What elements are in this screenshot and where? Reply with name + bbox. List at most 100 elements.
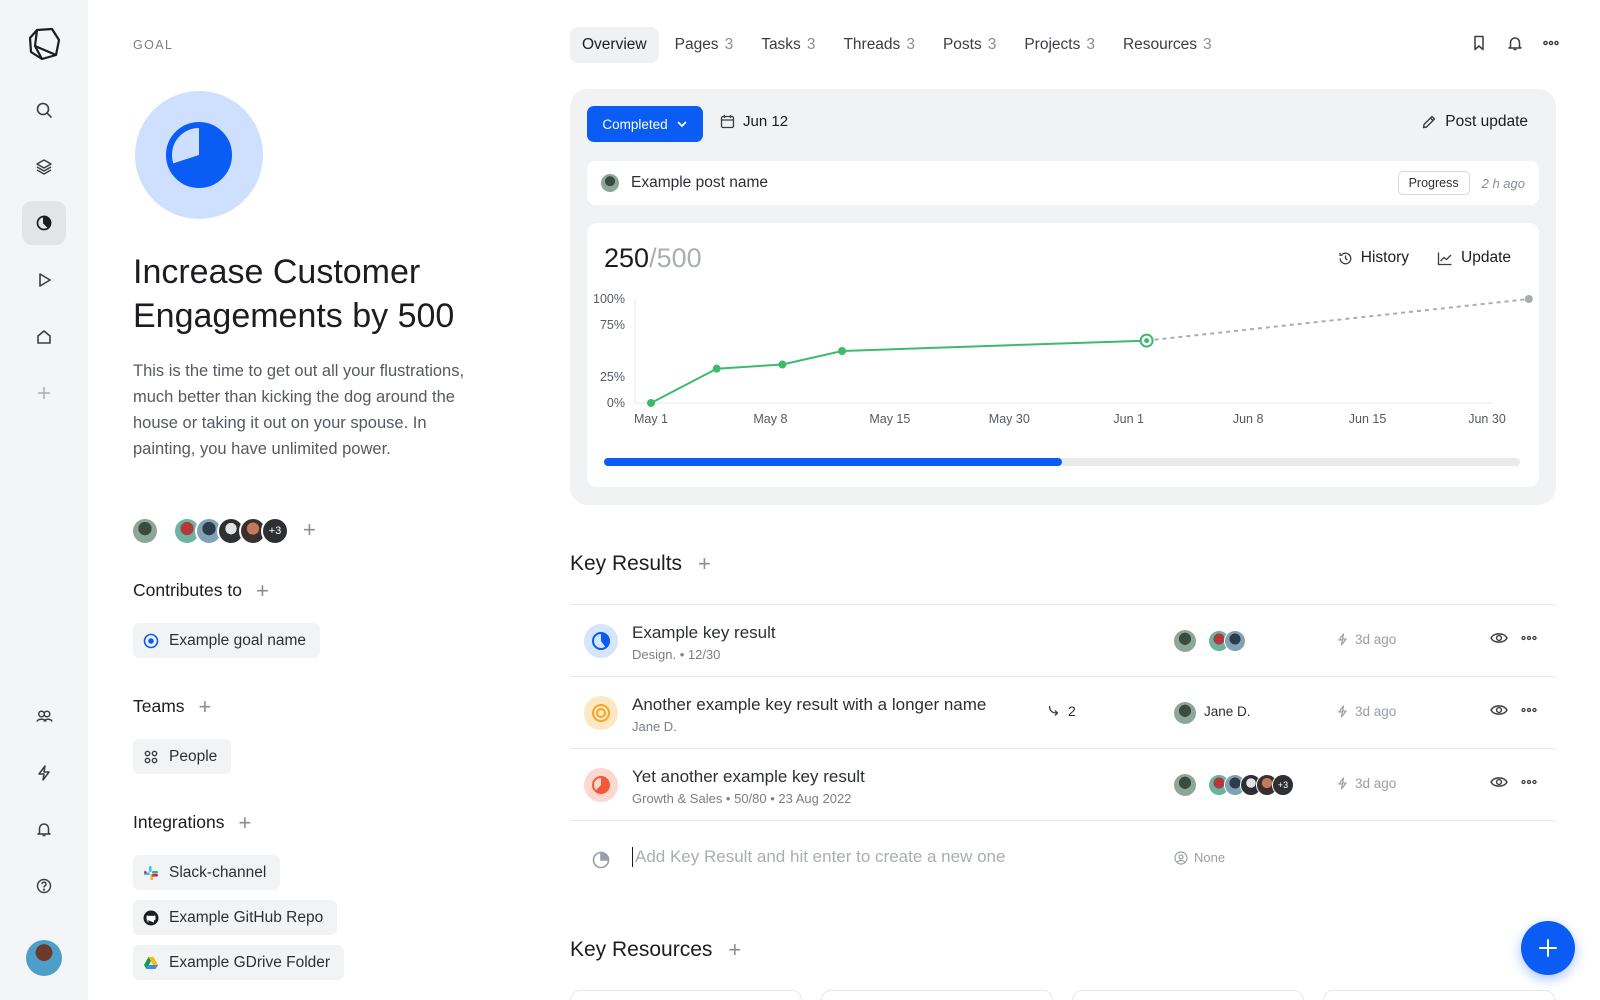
app-root: GOAL Increase Customer Engagements by 50… (0, 0, 1600, 1000)
create-fab-button[interactable] (1521, 921, 1575, 975)
bolt-icon[interactable] (22, 751, 66, 795)
history-button[interactable]: History (1338, 249, 1409, 267)
tab-label: Tasks (761, 36, 801, 53)
data-point[interactable] (838, 347, 847, 355)
integration-chip[interactable]: Example GDrive Folder (133, 945, 345, 980)
bell-icon[interactable] (22, 807, 66, 851)
integration-chip-label: Example GitHub Repo (169, 908, 324, 926)
bolt-icon (1338, 705, 1347, 718)
due-date[interactable]: Jun 12 (720, 113, 788, 130)
owner-avatar[interactable] (131, 517, 159, 545)
key-result-owner-avatar[interactable] (1174, 630, 1196, 652)
add-key-result-input[interactable] (632, 847, 1132, 867)
key-result-progress-icon (584, 768, 618, 802)
layers-icon[interactable] (22, 145, 66, 189)
progress-bar (604, 458, 1520, 466)
assignee-picker[interactable]: None (1174, 850, 1225, 865)
data-point[interactable] (712, 364, 721, 373)
chevron-down-icon (677, 121, 687, 128)
user-avatar[interactable] (26, 940, 62, 976)
add-integration-button[interactable]: + (238, 811, 251, 833)
plus-icon[interactable] (22, 371, 66, 415)
x-tick-label: Jun 30 (1468, 412, 1506, 426)
goal-description: This is the time to get out all your flu… (133, 362, 465, 458)
x-tick-label: May 1 (634, 412, 668, 426)
status-dropdown[interactable]: Completed (587, 106, 703, 142)
key-result-owner-avatar[interactable] (1174, 774, 1196, 796)
add-team-button[interactable]: + (199, 695, 212, 717)
tab-label: Overview (582, 36, 647, 53)
assignee-label: None (1194, 850, 1226, 865)
logo-icon[interactable] (22, 22, 66, 66)
tab-projects[interactable]: Projects 3 (1012, 27, 1107, 63)
add-member-button[interactable]: + (303, 519, 316, 541)
resource-card[interactable] (1323, 990, 1555, 1000)
current-point[interactable] (1144, 338, 1150, 344)
help-icon[interactable] (22, 864, 66, 908)
tab-threads[interactable]: Threads 3 (831, 27, 927, 63)
search-icon[interactable] (22, 88, 66, 132)
bell-icon[interactable] (1506, 34, 1524, 52)
add-key-result-button[interactable]: + (698, 553, 711, 575)
resource-card[interactable] (821, 990, 1053, 1000)
post-update-button[interactable]: Post update (1421, 113, 1528, 131)
watch-icon[interactable] (1490, 631, 1508, 650)
watch-icon[interactable] (1490, 775, 1508, 794)
goal-pie-icon (166, 122, 232, 188)
tab-count: 3 (906, 36, 915, 53)
key-result-title: Example key result (632, 623, 776, 642)
history-label: History (1360, 249, 1410, 266)
latest-post[interactable]: Example post name Progress 2 h ago (587, 161, 1539, 205)
goals-icon[interactable] (22, 201, 66, 245)
key-result-row[interactable]: Another example key result with a longer… (570, 676, 1556, 748)
goal-eyebrow: GOAL (133, 38, 174, 52)
key-result-updated: 3d ago (1336, 704, 1396, 719)
y-tick-label: 0% (607, 396, 625, 410)
more-icon[interactable] (1542, 34, 1560, 52)
tab-resources[interactable]: Resources 3 (1111, 27, 1224, 63)
key-results-heading: Key Results + (570, 552, 711, 576)
contributors-more-badge[interactable]: +3 (1272, 774, 1294, 796)
add-resource-button[interactable]: + (728, 939, 741, 961)
resource-card[interactable] (1072, 990, 1304, 1000)
tab-tasks[interactable]: Tasks 3 (749, 27, 827, 63)
bookmark-icon[interactable] (1470, 34, 1488, 52)
tab-posts[interactable]: Posts 3 (931, 27, 1008, 63)
due-date-label: Jun 12 (743, 113, 789, 130)
members-more-badge[interactable]: +3 (261, 517, 289, 545)
data-point[interactable] (647, 399, 655, 407)
add-contribution-button[interactable]: + (256, 579, 269, 601)
tab-overview[interactable]: Overview (570, 27, 659, 63)
resource-card[interactable] (570, 990, 802, 1000)
key-result-row[interactable]: Yet another example key result Growth & … (570, 748, 1556, 820)
more-icon[interactable] (1520, 703, 1538, 722)
key-result-row[interactable]: Example key result Design. • 12/30 3d ag… (570, 604, 1556, 676)
users-icon[interactable] (22, 694, 66, 738)
post-author-avatar (601, 174, 619, 192)
progress-pie-icon (592, 776, 610, 794)
more-icon[interactable] (1520, 631, 1538, 650)
goal-members: +3 + (131, 517, 383, 545)
key-resources-title: Key Resources (570, 938, 713, 961)
team-chip[interactable]: People (133, 739, 232, 774)
team-chip-label: People (169, 747, 218, 765)
home-icon[interactable] (22, 315, 66, 359)
contributes-chip[interactable]: Example goal name (133, 623, 320, 658)
key-result-owner-avatar[interactable] (1174, 702, 1196, 724)
contributor-avatar[interactable] (1224, 630, 1246, 652)
integration-chip[interactable]: Example GitHub Repo (133, 900, 338, 935)
integration-chip[interactable]: Slack-channel (133, 855, 281, 890)
update-button[interactable]: Update (1437, 249, 1511, 267)
grid-icon (144, 750, 158, 763)
tab-pages[interactable]: Pages 3 (663, 27, 746, 63)
integrations-heading-label: Integrations (133, 812, 225, 832)
goal-title: Increase Customer Engagements by 500 (133, 253, 455, 335)
add-key-result-row: None (570, 820, 1556, 894)
progress-pie-icon (592, 704, 610, 722)
plus-icon (1539, 939, 1557, 957)
play-icon[interactable] (22, 258, 66, 302)
more-icon[interactable] (1520, 775, 1538, 794)
data-point[interactable] (778, 360, 787, 369)
sub-results-count[interactable]: 2 (1048, 703, 1076, 719)
watch-icon[interactable] (1490, 703, 1508, 722)
